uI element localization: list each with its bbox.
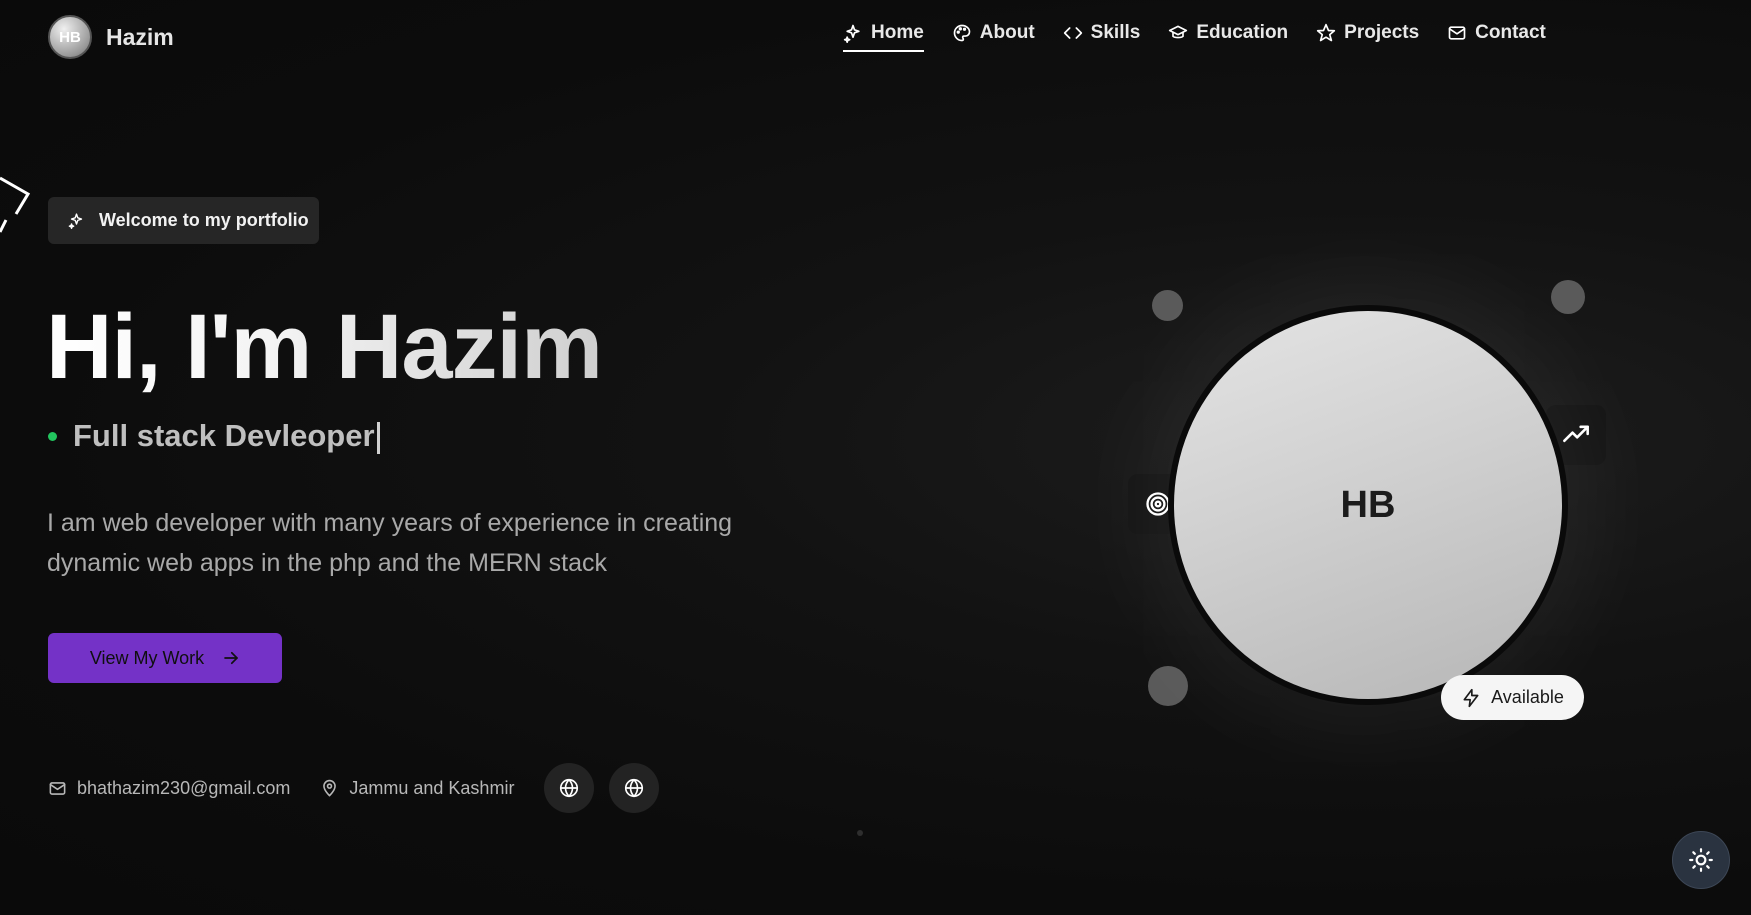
status-dot bbox=[48, 431, 57, 441]
brand[interactable]: HB Hazim bbox=[48, 15, 174, 59]
social-link-2[interactable] bbox=[609, 763, 660, 813]
profile-visual: HB bbox=[1168, 305, 1568, 705]
globe-icon bbox=[560, 778, 579, 798]
role-line: Full stack Devleoper bbox=[48, 418, 380, 454]
avatar: HB bbox=[1174, 311, 1562, 699]
welcome-label: Welcome to my portfolio bbox=[99, 210, 309, 230]
hero-title: Hi, I'm Hazim bbox=[46, 296, 603, 398]
view-my-work-button[interactable]: View My Work bbox=[48, 633, 282, 683]
nav-item-projects[interactable]: Projects bbox=[1316, 22, 1419, 52]
theme-toggle-button[interactable] bbox=[1672, 831, 1730, 889]
cta-label: View My Work bbox=[89, 647, 205, 668]
nav-item-label: Education bbox=[1196, 22, 1289, 43]
decorative-bracket-icon bbox=[0, 176, 31, 233]
palette-icon bbox=[953, 24, 971, 42]
brand-logo: HB bbox=[48, 15, 92, 59]
navbar: HB Hazim Home About Skills Education Pro… bbox=[0, 0, 1751, 75]
nav-item-skills[interactable]: Skills bbox=[1063, 22, 1141, 52]
hero-description: I am web developer with many years of ex… bbox=[47, 509, 733, 577]
role-label: Full stack Devleoper bbox=[73, 418, 375, 453]
sparkles-icon bbox=[68, 213, 83, 229]
map-pin-icon bbox=[323, 779, 337, 796]
sparkles-icon bbox=[843, 24, 860, 43]
nav-item-label: About bbox=[979, 22, 1035, 43]
sun-icon bbox=[1689, 848, 1713, 872]
typing-cursor bbox=[376, 421, 380, 454]
social-link-1[interactable] bbox=[544, 763, 595, 813]
email-text: bhathazim230@gmail.com bbox=[77, 777, 291, 798]
role-text: Full stack Devleoper bbox=[73, 418, 380, 454]
star-icon bbox=[1317, 23, 1336, 42]
nav-menu: Home About Skills Education Projects Con… bbox=[843, 22, 1546, 52]
code-icon bbox=[1063, 27, 1082, 39]
nav-item-label: Contact bbox=[1475, 22, 1546, 43]
badge-label: Available bbox=[1491, 687, 1564, 707]
decorative-dot bbox=[857, 830, 863, 836]
nav-item-home[interactable]: Home bbox=[843, 22, 924, 52]
brand-name: Hazim bbox=[106, 23, 174, 50]
availability-badge: Available bbox=[1441, 675, 1584, 720]
nav-item-label: Projects bbox=[1344, 22, 1420, 43]
contact-row: bhathazim230@gmail.com Jammu and Kashmir bbox=[48, 763, 674, 813]
nav-item-about[interactable]: About bbox=[952, 22, 1035, 52]
location-text: Jammu and Kashmir bbox=[349, 777, 515, 798]
mail-icon bbox=[1448, 26, 1466, 40]
nav-item-label: Skills bbox=[1090, 22, 1141, 43]
globe-icon bbox=[625, 778, 644, 798]
arrow-right-icon bbox=[224, 651, 238, 665]
avatar-initials: HB bbox=[1340, 483, 1396, 526]
nav-item-contact[interactable]: Contact bbox=[1447, 22, 1546, 52]
zap-icon bbox=[1463, 688, 1479, 707]
graduation-cap-icon bbox=[1169, 25, 1188, 39]
email-link[interactable]: bhathazim230@gmail.com bbox=[48, 778, 290, 799]
location: Jammu and Kashmir bbox=[320, 778, 514, 799]
nav-item-label: Home bbox=[871, 22, 924, 43]
nav-item-education[interactable]: Education bbox=[1168, 22, 1288, 52]
mail-icon bbox=[49, 781, 66, 795]
welcome-badge: Welcome to my portfolio bbox=[48, 197, 319, 244]
